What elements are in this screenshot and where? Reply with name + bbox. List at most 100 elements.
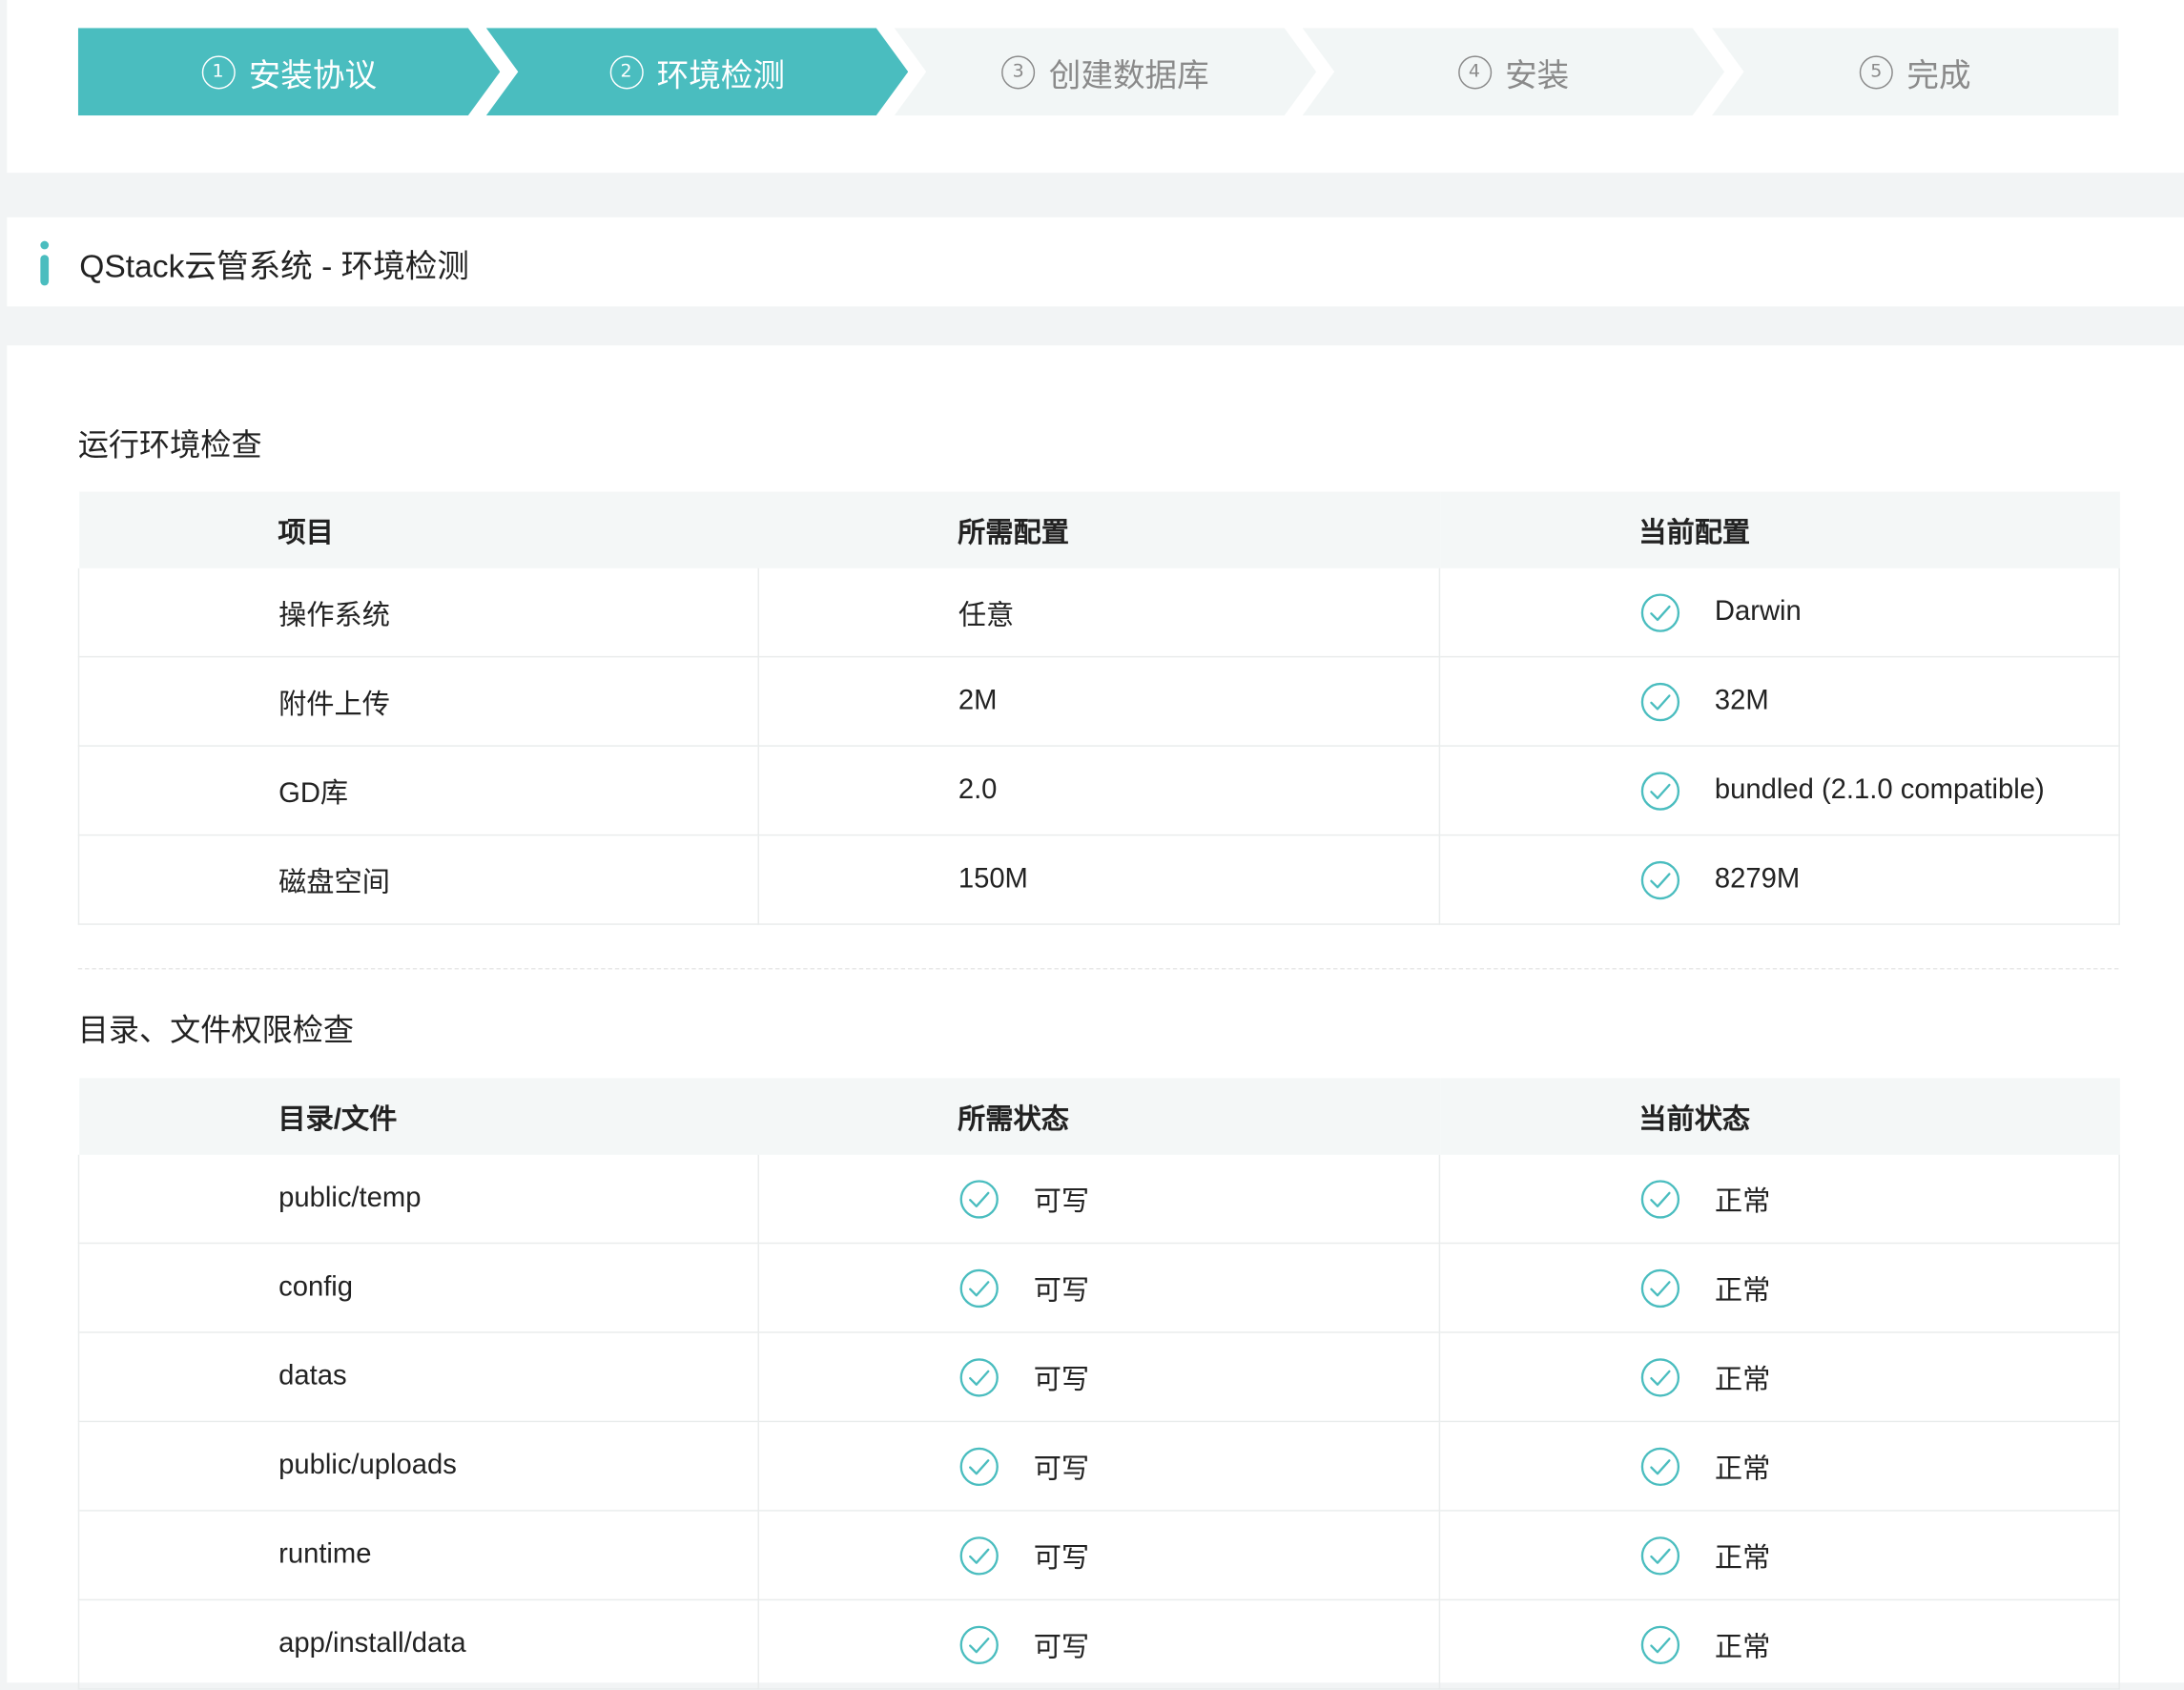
col-header-current-status: 当前状态 (1439, 1078, 2120, 1155)
current-value: 8279M (1714, 863, 1801, 895)
required-status-cell: 可写 (757, 1242, 1441, 1333)
current-cell: 8279M (1438, 834, 2120, 925)
current-cell: bundled (2.1.0 compatible) (1438, 745, 2120, 836)
check-circle-icon (1640, 771, 1680, 810)
page-title: QStack云管系统 - 环境检测 (79, 247, 469, 284)
current-status-cell: 正常 (1438, 1242, 2120, 1333)
table-row: public/uploads 可写 正常 (77, 1420, 2120, 1512)
step-label: 完成 (1906, 57, 1971, 94)
item-cell: 操作系统 (77, 567, 759, 658)
check-circle-icon (1640, 1535, 1680, 1575)
current-status-cell: 正常 (1438, 1331, 2120, 1423)
col-header-current: 当前配置 (1439, 491, 2120, 568)
progress-steps: 1 安装协议 2 环境检测 3 创建数据库 4 安装 5 完成 (77, 28, 2119, 116)
table-row: GD库 2.0 bundled (2.1.0 compatible) (77, 745, 2120, 836)
required-status-value: 可写 (1033, 1632, 1090, 1663)
current-value: 32M (1714, 685, 1769, 716)
check-circle-icon (959, 1624, 999, 1664)
required-cell: 任意 (757, 567, 1441, 658)
steps-card: 1 安装协议 2 环境检测 3 创建数据库 4 安装 5 完成 (7, 0, 2184, 174)
check-circle-icon (1640, 1268, 1680, 1308)
check-circle-icon (959, 1357, 999, 1396)
required-status-cell: 可写 (757, 1331, 1441, 1423)
path-cell: public/temp (77, 1154, 759, 1245)
step-number-icon: 5 (1859, 54, 1893, 89)
col-header-item: 项目 (78, 491, 759, 568)
check-circle-icon (1640, 860, 1680, 899)
check-circle-icon (1640, 1179, 1680, 1218)
check-circle-icon (1640, 1447, 1680, 1486)
current-value: bundled (2.1.0 compatible) (1714, 774, 2045, 806)
step-4: 4 安装 (1302, 28, 1725, 116)
step-label: 安装协议 (248, 57, 378, 94)
item-cell: GD库 (77, 745, 759, 836)
check-circle-icon (1640, 682, 1680, 721)
item-cell: 磁盘空间 (77, 834, 759, 925)
col-header-path: 目录/文件 (78, 1078, 759, 1155)
table-row: datas 可写 正常 (77, 1331, 2120, 1423)
current-status-value: 正常 (1714, 1186, 1771, 1218)
required-status-cell: 可写 (757, 1154, 1441, 1245)
table-row: config 可写 正常 (77, 1242, 2120, 1333)
current-status-value: 正常 (1714, 1453, 1771, 1485)
check-circle-icon (959, 1447, 999, 1486)
required-status-value: 可写 (1033, 1186, 1090, 1218)
table-row: app/install/data 可写 正常 (77, 1598, 2120, 1690)
path-cell: datas (77, 1331, 759, 1423)
current-status-value: 正常 (1714, 1365, 1771, 1396)
required-status-cell: 可写 (757, 1510, 1441, 1601)
check-circle-icon (959, 1179, 999, 1218)
step-1: 1 安装协议 (77, 28, 501, 116)
col-header-required: 所需配置 (758, 491, 1440, 568)
current-cell: Darwin (1438, 567, 2120, 658)
title-card: QStack云管系统 - 环境检测 (7, 216, 2184, 307)
step-5: 5 完成 (1711, 28, 2119, 116)
step-label: 环境检测 (656, 57, 785, 94)
required-status-value: 可写 (1033, 1543, 1090, 1575)
table-row: public/temp 可写 正常 (77, 1154, 2120, 1245)
step-2: 2 环境检测 (485, 28, 909, 116)
check-circle-icon (1640, 1357, 1680, 1396)
required-cell: 150M (757, 834, 1441, 925)
step-label: 创建数据库 (1048, 57, 1209, 94)
perm-table: 目录/文件 所需状态 当前状态 public/temp 可写 正常 config 可写正… (77, 1078, 2120, 1690)
step-number-icon: 1 (201, 54, 236, 89)
current-cell: 32M (1438, 655, 2120, 747)
path-cell: public/uploads (77, 1420, 759, 1512)
env-section-title: 运行环境检查 (77, 428, 262, 464)
current-status-cell: 正常 (1438, 1420, 2120, 1512)
table-row: 操作系统 任意 Darwin (77, 567, 2120, 658)
path-cell: config (77, 1242, 759, 1333)
required-cell: 2.0 (757, 745, 1441, 836)
current-status-cell: 正常 (1438, 1154, 2120, 1245)
table-row: 附件上传 2M 32M (77, 655, 2120, 747)
check-circle-icon (1640, 1624, 1680, 1664)
step-label: 安装 (1505, 57, 1570, 94)
current-status-value: 正常 (1714, 1543, 1771, 1575)
required-status-value: 可写 (1033, 1365, 1090, 1396)
step-number-icon: 3 (1001, 54, 1036, 89)
step-3: 3 创建数据库 (894, 28, 1317, 116)
info-icon (40, 240, 50, 286)
path-cell: runtime (77, 1510, 759, 1601)
required-status-cell: 可写 (757, 1598, 1441, 1690)
table-row: runtime 可写 正常 (77, 1510, 2120, 1601)
check-circle-icon (959, 1268, 999, 1308)
step-number-icon: 4 (1457, 54, 1492, 89)
step-number-icon: 2 (608, 54, 644, 89)
section-divider (77, 968, 2119, 970)
current-status-value: 正常 (1714, 1275, 1771, 1307)
path-cell: app/install/data (77, 1598, 759, 1690)
item-cell: 附件上传 (77, 655, 759, 747)
check-circle-icon (1640, 592, 1680, 632)
required-status-value: 可写 (1033, 1453, 1090, 1485)
current-status-cell: 正常 (1438, 1510, 2120, 1601)
main-card: 运行环境检查 项目 所需配置 当前配置 操作系统 任意 Darwin 附件上传 2M 32… (7, 345, 2184, 1690)
check-circle-icon (959, 1535, 999, 1575)
env-table: 项目 所需配置 当前配置 操作系统 任意 Darwin 附件上传 2M 32M GD库 2.0… (77, 491, 2120, 925)
perm-section-title: 目录、文件权限检查 (77, 1014, 354, 1049)
table-row: 磁盘空间 150M 8279M (77, 834, 2120, 925)
current-status-cell: 正常 (1438, 1598, 2120, 1690)
required-status-cell: 可写 (757, 1420, 1441, 1512)
required-status-value: 可写 (1033, 1275, 1090, 1307)
